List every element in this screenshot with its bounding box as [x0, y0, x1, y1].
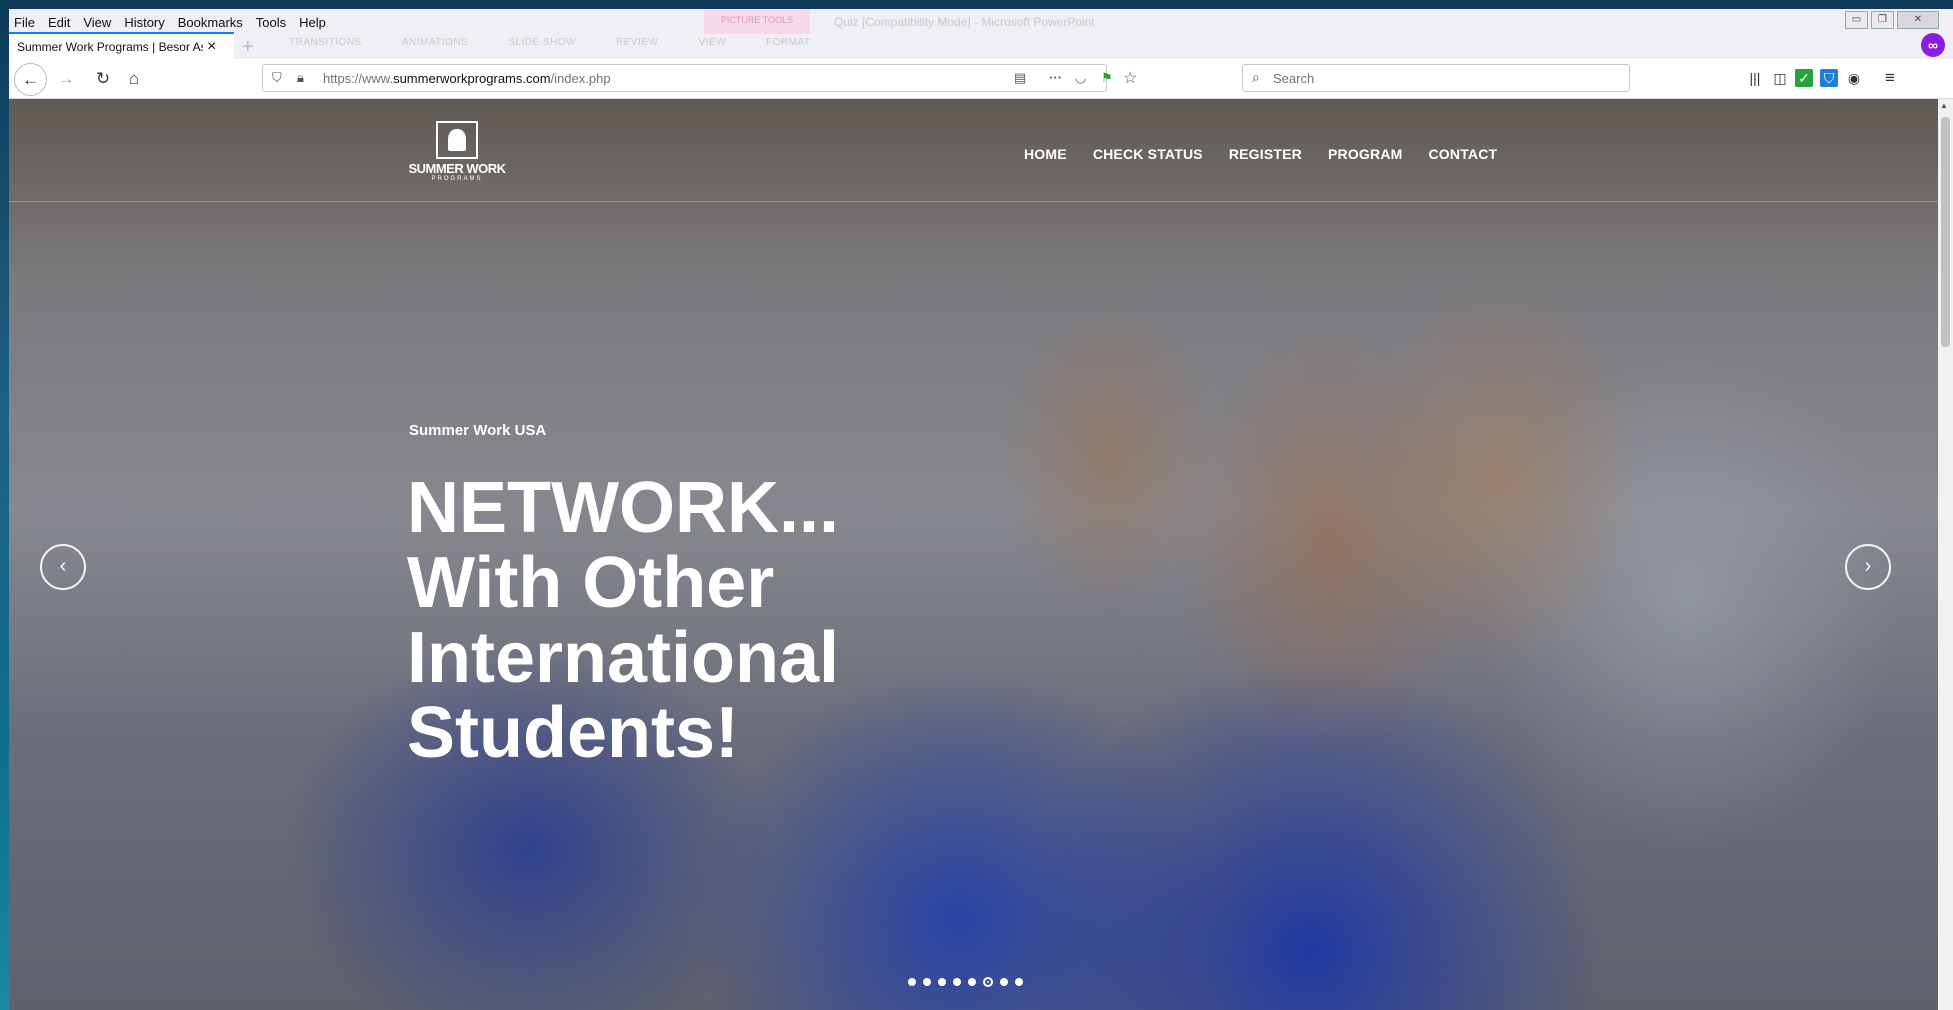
title-bar: File Edit View History Bookmarks Tools H…	[9, 9, 1953, 60]
url-prefix: https://www.	[323, 71, 394, 86]
slider-dot[interactable]	[953, 978, 961, 986]
navigation-toolbar: ← → ↻ ⌂ ⛉ 🔒︎ https://www.summerworkprogr…	[9, 59, 1953, 99]
headline-line: With Other	[407, 543, 775, 623]
desktop-background-left	[0, 0, 9, 1010]
url-domain: summerworkprograms.com	[393, 71, 551, 86]
headline-line: International	[407, 618, 840, 698]
lock-icon[interactable]: 🔒︎	[297, 70, 304, 86]
ribbon-tab: REVIEW	[616, 37, 659, 48]
nav-check-status[interactable]: CHECK STATUS	[1093, 146, 1203, 162]
ribbon-tab: SLIDE SHOW	[508, 37, 577, 48]
slider-dot[interactable]	[938, 978, 946, 986]
slider-pagination	[908, 977, 1023, 987]
menu-tools[interactable]: Tools	[256, 15, 286, 30]
tab-close-icon[interactable]: ×	[207, 38, 216, 56]
ribbon-tab: VIEW	[698, 37, 727, 48]
address-bar[interactable]: ⛉ 🔒︎ https://www.summerworkprograms.com/…	[262, 64, 1137, 92]
nav-program[interactable]: PROGRAM	[1328, 146, 1403, 162]
logo-emblem-icon	[436, 121, 478, 159]
background-window-title: Quiz [Compatibility Mode] - Microsoft Po…	[834, 15, 1095, 29]
desktop-background	[0, 0, 1953, 9]
tab-title: Summer Work Programs | Besor As	[17, 40, 203, 54]
page-scrollbar[interactable]: ▲	[1938, 99, 1953, 1010]
scrollbar-thumb[interactable]	[1941, 117, 1950, 347]
library-icon[interactable]: |||	[1746, 69, 1764, 87]
tracking-protection-icon[interactable]: ⛉	[272, 70, 282, 86]
slider-dot[interactable]	[1000, 978, 1008, 986]
restore-icon[interactable]: ❐	[1871, 11, 1894, 29]
account-icon[interactable]: ◉	[1845, 69, 1863, 87]
menu-help[interactable]: Help	[299, 15, 326, 30]
menu-bar: File Edit View History Bookmarks Tools H…	[14, 11, 339, 33]
sidebar-icon[interactable]: ◫	[1771, 69, 1789, 87]
minimize-icon[interactable]: ▭	[1845, 11, 1868, 29]
background-window-context-tab: PICTURE TOOLS	[704, 9, 810, 34]
search-placeholder: Search	[1273, 71, 1315, 86]
headline-line: NETWORK...	[407, 468, 839, 548]
menu-file[interactable]: File	[14, 15, 35, 30]
site-navigation: HOME CHECK STATUS REGISTER PROGRAM CONTA…	[1024, 146, 1497, 162]
tab-active[interactable]: Summer Work Programs | Besor As ×	[9, 32, 234, 60]
menu-history[interactable]: History	[124, 15, 164, 30]
browser-window: File Edit View History Bookmarks Tools H…	[9, 9, 1953, 1010]
private-browsing-icon: ∞	[1921, 33, 1945, 57]
ribbon-tab: TRANSITIONS	[289, 37, 362, 48]
hero-kicker: Summer Work USA	[409, 422, 547, 439]
back-icon[interactable]: ←	[14, 63, 47, 96]
logo-subtitle: PROGRAMS	[431, 176, 483, 182]
url-text: https://www.summerworkprograms.com/index…	[323, 71, 611, 86]
new-tab-icon[interactable]: +	[242, 36, 254, 59]
menu-bookmarks[interactable]: Bookmarks	[178, 15, 243, 30]
slider-next-button[interactable]: ›	[1845, 544, 1891, 590]
window-controls: ▭ ❐ ✕	[1845, 11, 1939, 29]
logo-name: SUMMER WORK	[408, 161, 506, 176]
slider-dot[interactable]	[908, 978, 916, 986]
url-path: /index.php	[550, 71, 611, 86]
scroll-up-icon[interactable]: ▲	[1940, 101, 1948, 110]
menu-view[interactable]: View	[83, 15, 111, 30]
hero-headline: NETWORK... With Other International Stud…	[407, 471, 1107, 771]
hero-slider: SUMMER WORK PROGRAMS HOME CHECK STATUS R…	[9, 99, 1938, 1010]
slider-dot[interactable]	[923, 978, 931, 986]
headline-line: Students!	[407, 693, 739, 773]
pocket-icon[interactable]: ◡	[1075, 70, 1086, 86]
search-icon: ⌕	[1252, 69, 1260, 85]
nav-register[interactable]: REGISTER	[1229, 146, 1302, 162]
slider-dot[interactable]	[968, 978, 976, 986]
home-icon[interactable]: ⌂	[121, 66, 147, 92]
slider-dot[interactable]	[1015, 978, 1023, 986]
checkmark-extension-icon[interactable]: ✓	[1795, 69, 1813, 87]
close-window-icon[interactable]: ✕	[1897, 11, 1939, 29]
site-logo[interactable]: SUMMER WORK PROGRAMS	[407, 121, 507, 193]
hamburger-menu-icon[interactable]: ≡	[1881, 69, 1899, 87]
flag-extension-icon[interactable]: ⚑	[1101, 70, 1113, 86]
reload-icon[interactable]: ↻	[90, 66, 116, 92]
reader-view-icon[interactable]: ▤	[1014, 70, 1026, 86]
header-divider	[9, 201, 1938, 202]
slider-dot-active[interactable]	[983, 977, 993, 987]
slider-prev-button[interactable]: ‹	[40, 544, 86, 590]
background-window-ribbon: TRANSITIONS ANIMATIONS SLIDE SHOW REVIEW…	[289, 37, 811, 48]
menu-edit[interactable]: Edit	[48, 15, 70, 30]
bookmark-star-icon[interactable]: ☆	[1123, 68, 1137, 88]
page-actions-icon[interactable]: ···	[1049, 70, 1062, 85]
ribbon-tab: FORMAT	[766, 37, 811, 48]
forward-icon[interactable]: →	[53, 66, 79, 92]
search-bar[interactable]: ⌕ Search	[1242, 64, 1630, 92]
shield-extension-icon[interactable]: ⛉	[1820, 69, 1838, 87]
ribbon-tab: ANIMATIONS	[401, 37, 469, 48]
nav-contact[interactable]: CONTACT	[1429, 146, 1498, 162]
nav-home[interactable]: HOME	[1024, 146, 1067, 162]
